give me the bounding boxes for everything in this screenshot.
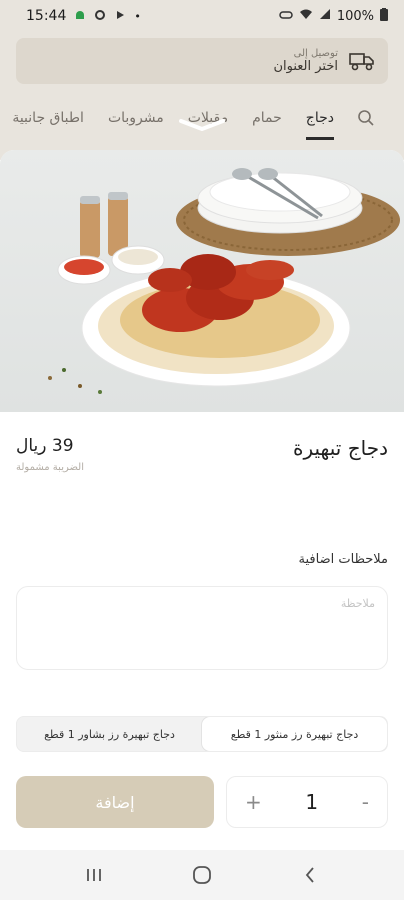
system-navigation-bar [0,850,404,900]
back-button[interactable] [290,860,330,890]
play-icon [114,9,126,24]
tax-included-note: الضريبة مشمولة [16,462,84,473]
wifi-icon [299,8,313,24]
decrease-quantity-button[interactable]: - [362,790,369,814]
chevron-down-icon [179,119,225,131]
quantity-stepper: + 1 - [226,776,388,828]
signal-icon [319,8,331,24]
battery-icon [380,7,388,25]
sheet-drag-handle[interactable] [0,118,404,132]
delivery-truck-icon [349,53,374,71]
dot-icon: • [134,9,141,23]
notes-input[interactable] [16,586,388,670]
variant-option[interactable]: دجاج تبهيرة رز بشاور 1 قطع [17,717,202,751]
delivery-address-card[interactable]: توصيل إلى اختر العنوان [16,38,388,84]
status-bar: 15:44 • 100% [0,0,404,32]
delivery-label: توصيل إلى [293,48,338,59]
android-icon [74,9,86,24]
home-button[interactable] [182,860,222,890]
quantity-value: 1 [305,790,319,814]
variant-option-selected[interactable]: دجاج تبهيرة رز منثور 1 قطع [202,717,387,751]
product-image [0,150,404,412]
back-icon [305,867,314,883]
increase-quantity-button[interactable]: + [245,790,262,814]
status-time: 15:44 [26,8,67,24]
variant-selector: دجاج تبهيرة رز منثور 1 قطع دجاج تبهيرة ر… [16,716,388,752]
battery-text: 100% [336,8,374,24]
product-name: دجاج تبهيرة [293,436,388,460]
product-sheet: 39 ريال الضريبة مشمولة دجاج تبهيرة ملاحظ… [0,150,404,850]
settings-icon [94,9,106,24]
background-screen: 15:44 • 100% توصيل إلى اختر العنوان دجاج… [0,0,404,160]
additional-notes-label: ملاحظات اضافية [298,552,388,567]
recent-apps-button[interactable] [74,860,114,890]
home-icon [193,866,211,884]
add-to-cart-button[interactable]: إضافة [16,776,214,828]
recent-apps-icon [87,869,101,881]
choose-address-label: اختر العنوان [273,59,338,74]
product-price: 39 ريال [16,436,74,456]
link-icon [279,9,293,24]
